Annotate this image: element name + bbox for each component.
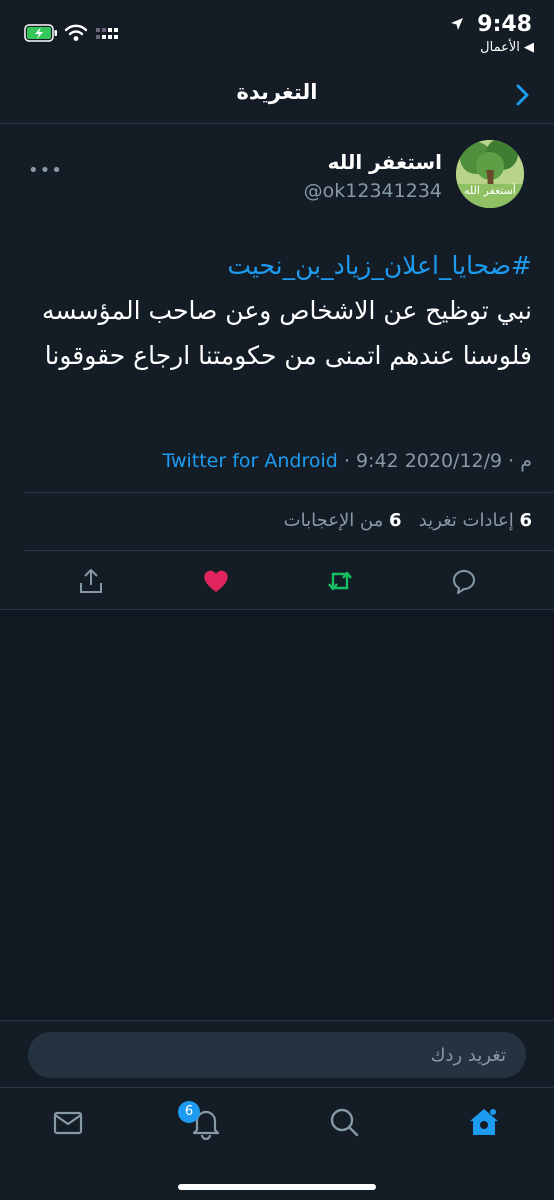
divider — [24, 550, 554, 551]
tweet-body: #ضحايا_اعلان_زياد_بن_نحيت نبي توظيح عن ا… — [20, 243, 532, 378]
tweet-stats: 6 إعادات تغريد 6 من الإعجابات — [284, 510, 532, 531]
like-icon[interactable] — [201, 566, 231, 596]
hashtag-link[interactable]: #ضحايا_اعلان_زياد_بن_نحيت — [20, 243, 532, 288]
replies-area — [0, 610, 554, 1020]
svg-text:أستغفر الله: أستغفر الله — [464, 183, 516, 197]
cellular-signal-icon — [96, 28, 118, 39]
header: التغريدة — [0, 66, 554, 124]
reply-bar — [0, 1020, 554, 1088]
home-icon[interactable] — [466, 1104, 502, 1140]
likes-label[interactable]: من الإعجابات — [284, 510, 384, 531]
share-icon[interactable] — [76, 566, 106, 596]
status-time: 9:48 — [477, 12, 532, 37]
search-icon[interactable] — [326, 1104, 362, 1140]
reply-input[interactable] — [28, 1032, 526, 1078]
display-name[interactable]: استغفر الله — [328, 150, 442, 174]
tweet-source-link[interactable]: Twitter for Android — [163, 450, 338, 472]
notifications-badge: 6 — [178, 1101, 200, 1123]
user-handle[interactable]: @ok12341234 — [304, 180, 442, 202]
reply-icon[interactable] — [449, 566, 479, 596]
avatar[interactable]: أستغفر الله — [456, 140, 524, 208]
back-to-app-link[interactable]: ◀ الأعمال — [480, 40, 534, 55]
status-bar: 9:48 ◀ الأعمال — [0, 0, 554, 66]
tweet-text: نبي توظيح عن الاشخاص وعن صاحب المؤسسه فل… — [41, 296, 532, 370]
tweet-meta: Twitter for Android · 9:42 م · 2020/12/9 — [163, 450, 533, 472]
meta-separator: · — [502, 450, 521, 472]
location-arrow-icon — [451, 18, 463, 30]
likes-count[interactable]: 6 — [389, 510, 402, 531]
battery-charging-icon — [24, 24, 57, 42]
meta-separator: · — [337, 450, 356, 472]
page-title: التغريدة — [236, 80, 318, 104]
home-indicator[interactable] — [178, 1184, 376, 1190]
divider — [24, 492, 554, 493]
messages-icon[interactable] — [50, 1104, 86, 1140]
tweet-date: 2020/12/9 — [404, 450, 503, 472]
avatar-image: أستغفر الله — [456, 140, 524, 208]
chevron-left-icon[interactable] — [510, 82, 534, 108]
retweets-count[interactable]: 6 — [519, 510, 532, 531]
retweet-icon[interactable] — [325, 566, 355, 596]
wifi-icon — [64, 24, 88, 41]
retweets-label[interactable]: إعادات تغريد — [419, 510, 514, 531]
more-options-icon[interactable]: ••• — [28, 160, 63, 181]
